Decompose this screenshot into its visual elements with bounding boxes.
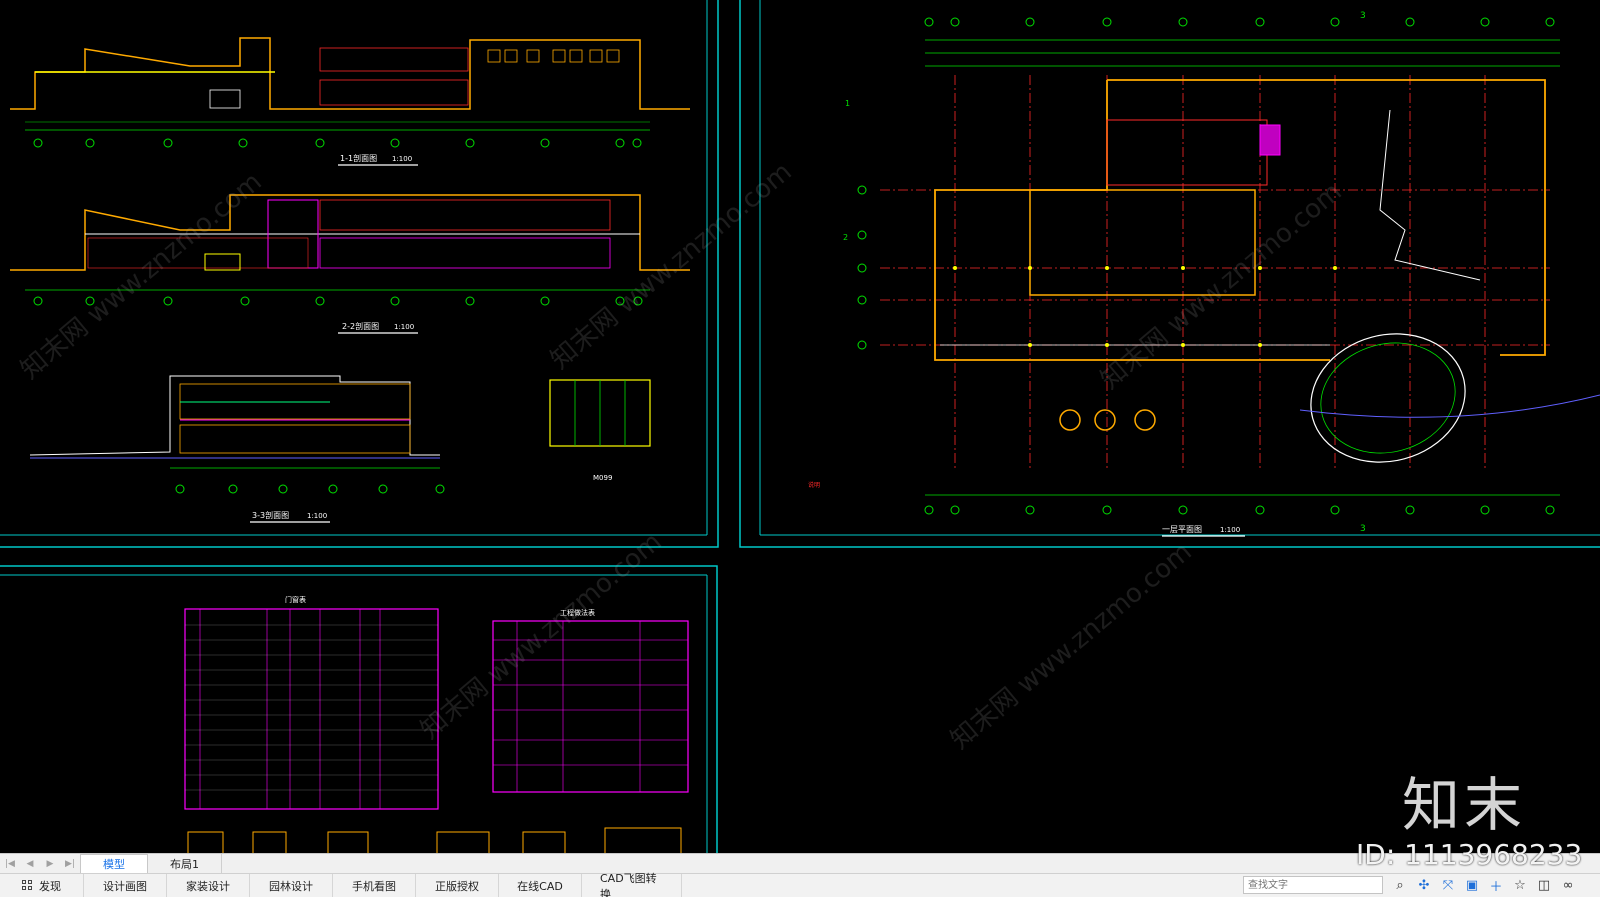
status-tools: ⌕ ✣ ⤧ ▣ ＋ ☆ ◫ ∞: [1390, 874, 1578, 896]
discover-button[interactable]: 发现: [0, 873, 84, 897]
search-icon[interactable]: ⌕: [1390, 875, 1410, 895]
first-tab-icon[interactable]: |◀: [0, 854, 20, 874]
diagonal-watermarks: 知末网 www.znzmo.com 知末网 www.znzmo.com 知末网 …: [15, 157, 1347, 756]
sheet-frame-plan: [739, 0, 1600, 548]
section-2-scale: 1:100: [394, 323, 414, 331]
last-tab-icon[interactable]: ▶|: [60, 854, 80, 874]
ortho-icon[interactable]: ＋: [1486, 875, 1506, 895]
section-3-3: 3-3剖面图 1:100: [29, 375, 445, 523]
door-elevations: [187, 827, 682, 853]
svg-text:知末网 www.znzmo.com: 知末网 www.znzmo.com: [415, 527, 667, 746]
door-window-table: 门窗表: [184, 595, 439, 810]
cad-viewer: 1-1剖面图 1:100 2-2剖面图 1:100 3-3剖面图 1:100 M…: [0, 0, 1600, 897]
section-2-title: 2-2剖面图: [342, 321, 379, 331]
section-3-title: 3-3剖面图: [252, 510, 289, 520]
drawing-svg[interactable]: 1-1剖面图 1:100 2-2剖面图 1:100 3-3剖面图 1:100 M…: [0, 0, 1600, 853]
cad-convert-button[interactable]: CAD飞图转换: [582, 872, 682, 897]
discover-label: 发现: [39, 879, 61, 893]
watermark-logo: 知末: [1402, 771, 1527, 839]
license-button[interactable]: 正版授权: [416, 873, 499, 897]
door-window-table-title: 门窗表: [285, 595, 306, 604]
design-drawing-button[interactable]: 设计画图: [84, 873, 167, 897]
plan-marker-1: 1: [845, 99, 850, 108]
garden-design-button[interactable]: 园林设计: [250, 873, 333, 897]
door-detail: M099: [549, 379, 651, 482]
find-text-input[interactable]: [1243, 876, 1383, 894]
prev-tab-icon[interactable]: ◀: [20, 854, 40, 874]
section-3-scale: 1:100: [307, 512, 327, 520]
online-cad-button[interactable]: 在线CAD: [499, 873, 582, 897]
door-detail-label: M099: [593, 474, 612, 482]
tab-model[interactable]: 模型: [80, 853, 148, 874]
svg-text:知末网 www.znzmo.com: 知末网 www.znzmo.com: [1095, 177, 1347, 396]
floor-plan-title: 一层平面图: [1162, 525, 1202, 534]
section-1-1: 1-1剖面图 1:100: [10, 37, 690, 166]
snap-icon[interactable]: ✣: [1414, 875, 1434, 895]
floor-plan-scale: 1:100: [1220, 526, 1240, 534]
link-icon[interactable]: ∞: [1558, 875, 1578, 895]
svg-text:知末网 www.znzmo.com: 知末网 www.znzmo.com: [945, 537, 1197, 756]
plan-notes-label: 说明: [808, 481, 820, 489]
floor-plan: 一层平面图 1:100 3 3 1 2 说明: [808, 11, 1600, 537]
plan-marker-3-top: 3: [1360, 11, 1366, 21]
plan-marker-2: 2: [843, 233, 848, 242]
tab-layout1[interactable]: 布局1: [148, 853, 222, 874]
svg-text:知末网 www.znzmo.com: 知末网 www.znzmo.com: [15, 167, 267, 386]
section-1-scale: 1:100: [392, 155, 412, 163]
watermark-id: ID: 1113968233: [1356, 838, 1583, 871]
sheet-frame-sections: [0, 0, 719, 548]
section-1-title: 1-1剖面图: [340, 153, 377, 163]
drawing-canvas[interactable]: 1-1剖面图 1:100 2-2剖面图 1:100 3-3剖面图 1:100 M…: [0, 0, 1600, 853]
osnap-icon[interactable]: ⤧: [1438, 875, 1458, 895]
cube-icon[interactable]: ◫: [1534, 875, 1554, 895]
home-design-button[interactable]: 家装设计: [167, 873, 250, 897]
grid-snap-icon[interactable]: ▣: [1462, 875, 1482, 895]
grid-icon: [22, 880, 33, 891]
star-icon[interactable]: ☆: [1510, 875, 1530, 895]
next-tab-icon[interactable]: ▶: [40, 854, 60, 874]
mobile-view-button[interactable]: 手机看图: [333, 873, 416, 897]
plan-marker-3-bottom: 3: [1360, 524, 1366, 534]
